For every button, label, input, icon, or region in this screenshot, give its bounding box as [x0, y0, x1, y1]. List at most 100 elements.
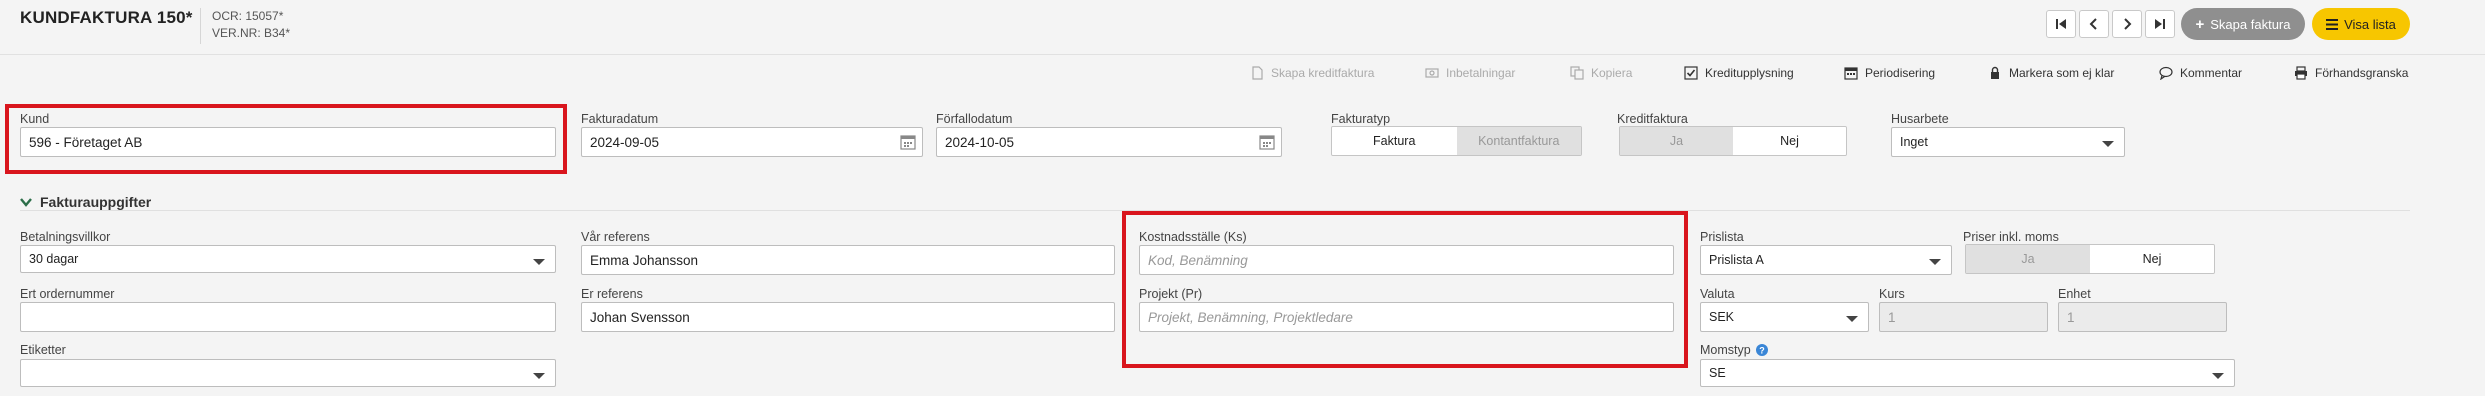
- create-invoice-label: Skapa faktura: [2210, 16, 2291, 32]
- chevron-down-icon: [20, 198, 32, 207]
- comment-button[interactable]: Kommentar: [2159, 66, 2242, 80]
- create-credit-invoice-label: Skapa kreditfaktura: [1271, 66, 1375, 80]
- your-reference-input[interactable]: Johan Svensson: [581, 302, 1115, 332]
- invoice-type-faktura[interactable]: Faktura: [1332, 127, 1457, 155]
- customer-label: Kund: [20, 112, 50, 126]
- rate-label: Kurs: [1879, 287, 1905, 301]
- due-date-label: Förfallodatum: [936, 112, 1013, 126]
- payment-terms-value: 30 dagar: [29, 252, 79, 266]
- section-toggle[interactable]: Fakturauppgifter: [20, 194, 151, 210]
- mark-not-ready-button[interactable]: Markera som ej klar: [1988, 66, 2114, 80]
- show-list-button[interactable]: Visa lista: [2312, 8, 2410, 40]
- price-list-select[interactable]: Prislista A: [1700, 245, 1952, 275]
- list-icon: [2326, 18, 2339, 30]
- vat-type-select[interactable]: SE: [1700, 359, 2235, 387]
- credit-invoice-yes[interactable]: Ja: [1620, 127, 1733, 155]
- customer-input[interactable]: 596 - Företaget AB: [20, 127, 556, 157]
- tags-select[interactable]: [20, 359, 556, 387]
- house-work-select[interactable]: Inget: [1891, 127, 2125, 157]
- invoice-meta: OCR: 15057* VER.NR: B34*: [212, 8, 290, 42]
- calendar-icon: [1844, 67, 1858, 80]
- payments-button[interactable]: Inbetalningar: [1425, 66, 1515, 80]
- prices-incl-vat-yes[interactable]: Ja: [1966, 245, 2090, 273]
- your-reference-label: Er referens: [581, 287, 643, 301]
- calendar-icon[interactable]: [900, 134, 916, 150]
- chevron-down-icon: [1846, 316, 1858, 322]
- copy-icon: [1570, 66, 1584, 80]
- rate-input[interactable]: 1: [1879, 302, 2048, 332]
- credit-info-button[interactable]: Kreditupplysning: [1684, 66, 1794, 80]
- document-icon: [1252, 66, 1263, 80]
- chevron-down-icon: [2102, 141, 2114, 147]
- cost-center-input[interactable]: Kod, Benämning: [1139, 245, 1674, 275]
- create-credit-invoice-button[interactable]: Skapa kreditfaktura: [1250, 66, 1374, 80]
- invoice-type-toggle: Faktura Kontantfaktura: [1331, 126, 1582, 156]
- show-list-label: Visa lista: [2344, 16, 2396, 32]
- plus-icon: +: [2195, 15, 2205, 33]
- our-reference-label: Vår referens: [581, 230, 650, 244]
- chevron-down-icon: [1929, 259, 1941, 265]
- next-record-button[interactable]: [2112, 10, 2142, 38]
- due-date-value: 2024-10-05: [945, 134, 1015, 150]
- invoice-date-input[interactable]: 2024-09-05: [581, 127, 923, 157]
- create-invoice-button[interactable]: + Skapa faktura: [2181, 8, 2305, 40]
- invoice-date-label: Fakturadatum: [581, 112, 659, 126]
- project-label: Projekt (Pr): [1139, 287, 1203, 301]
- voucher-number: VER.NR: B34*: [212, 26, 291, 40]
- comment-label: Kommentar: [2180, 66, 2243, 80]
- price-list-value: Prislista A: [1709, 253, 1764, 267]
- due-date-input[interactable]: 2024-10-05: [936, 127, 1282, 157]
- payment-terms-select[interactable]: 30 dagar: [20, 245, 556, 273]
- mark-not-ready-label: Markera som ej klar: [2009, 66, 2115, 80]
- help-icon[interactable]: ?: [1755, 344, 1768, 356]
- order-number-input[interactable]: [20, 302, 556, 332]
- header-divider: [200, 8, 201, 44]
- vat-type-label: Momstyp: [1700, 343, 1751, 357]
- vat-type-value: SE: [1709, 366, 1726, 380]
- periodization-button[interactable]: Periodisering: [1844, 66, 1935, 80]
- credit-invoice-label: Kreditfaktura: [1617, 112, 1688, 126]
- chevron-down-icon: [533, 259, 545, 265]
- printer-icon: [2295, 66, 2307, 80]
- chevron-down-icon: [2212, 373, 2224, 379]
- previous-record-button[interactable]: [2079, 10, 2109, 38]
- vat-type-label-row: Momstyp ?: [1700, 343, 1768, 357]
- first-record-button[interactable]: [2046, 10, 2076, 38]
- prices-incl-vat-toggle: Ja Nej: [1965, 244, 2215, 274]
- section-title: Fakturauppgifter: [40, 194, 152, 210]
- svg-text:?: ?: [1759, 346, 1765, 356]
- unit-label: Enhet: [2058, 287, 2091, 301]
- ocr-number: OCR: 15057*: [212, 9, 284, 23]
- chevron-left-icon: [2089, 18, 2097, 30]
- chevron-right-icon: [2124, 18, 2132, 30]
- house-work-value: Inget: [1900, 135, 1928, 149]
- prices-incl-vat-no[interactable]: Nej: [2090, 245, 2214, 273]
- currency-select[interactable]: SEK: [1700, 302, 1869, 332]
- last-record-button[interactable]: [2145, 10, 2175, 38]
- copy-label: Kopiera: [1591, 66, 1633, 80]
- calendar-icon[interactable]: [1259, 134, 1275, 150]
- credit-invoice-no[interactable]: Nej: [1733, 127, 1846, 155]
- house-work-label: Husarbete: [1891, 112, 1949, 126]
- unit-input[interactable]: 1: [2058, 302, 2227, 332]
- skip-first-icon: [2056, 19, 2066, 29]
- invoice-type-label: Fakturatyp: [1331, 112, 1391, 126]
- project-input[interactable]: Projekt, Benämning, Projektledare: [1139, 302, 1674, 332]
- header-separator: [0, 54, 2485, 55]
- order-number-label: Ert ordernummer: [20, 287, 115, 301]
- preview-button[interactable]: Förhandsgranska: [2294, 66, 2408, 80]
- invoice-type-kontant[interactable]: Kontantfaktura: [1456, 127, 1581, 155]
- price-list-label: Prislista: [1700, 230, 1744, 244]
- currency-label: Valuta: [1700, 287, 1735, 301]
- prices-incl-vat-label: Priser inkl. moms: [1963, 230, 2059, 244]
- currency-value: SEK: [1709, 310, 1735, 324]
- page-title: KUNDFAKTURA 150*: [20, 8, 193, 27]
- periodization-label: Periodisering: [1865, 66, 1936, 80]
- comment-icon: [2159, 66, 2173, 80]
- checkbox-checked-icon: [1684, 66, 1698, 80]
- preview-label: Förhandsgranska: [2315, 66, 2409, 80]
- copy-button[interactable]: Kopiera: [1570, 66, 1632, 80]
- payment-terms-label: Betalningsvillkor: [20, 230, 111, 244]
- cost-center-label: Kostnadsställe (Ks): [1139, 230, 1247, 244]
- our-reference-input[interactable]: Emma Johansson: [581, 245, 1115, 275]
